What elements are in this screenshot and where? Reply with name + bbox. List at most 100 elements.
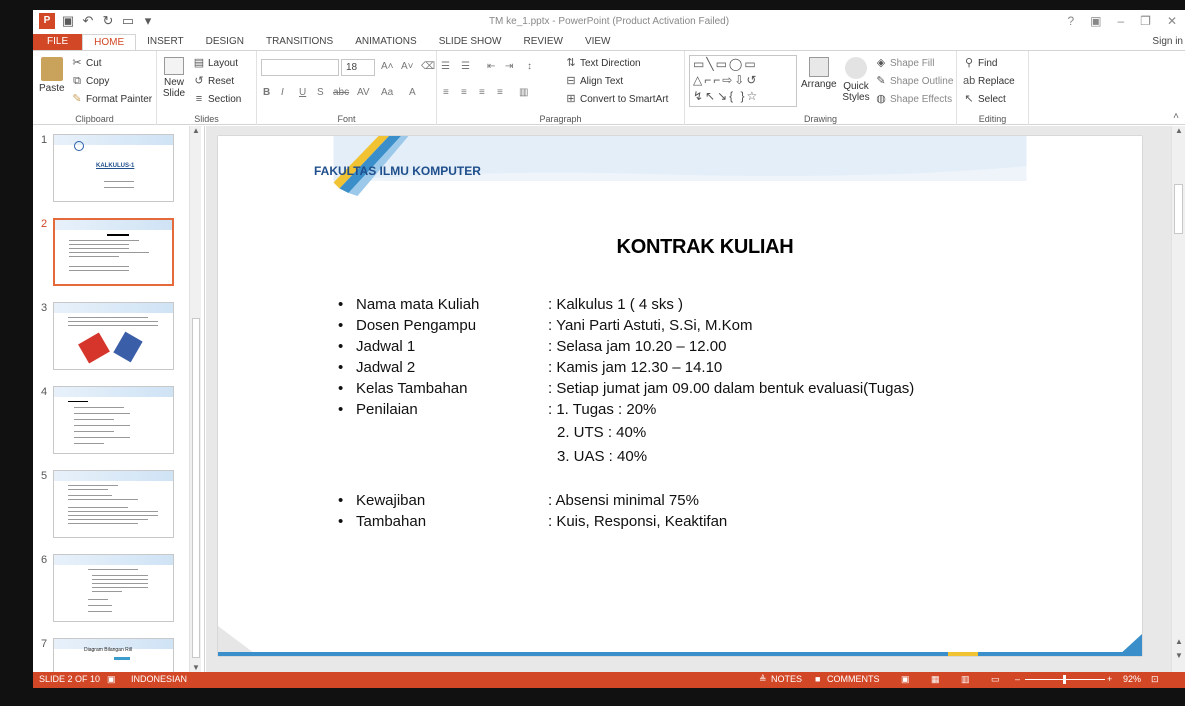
increase-indent-icon[interactable]: ⇥	[505, 61, 513, 72]
collapse-ribbon-icon[interactable]: ˄	[1173, 111, 1179, 122]
language-indicator[interactable]: INDONESIAN	[131, 674, 187, 684]
ribbon-display-icon[interactable]: ▣	[1090, 14, 1101, 28]
slides-group-label: Slides	[194, 114, 219, 124]
shape-outline-button[interactable]: ✎ Shape Outline	[875, 75, 953, 87]
slide-sorter-icon[interactable]: ▦	[931, 674, 940, 685]
thumbnail-slide-1[interactable]: 1 KALKULUS-1	[33, 134, 193, 208]
prev-slide-icon[interactable]: ▲	[1175, 637, 1183, 646]
bold-icon[interactable]: B	[263, 87, 270, 98]
align-center-icon[interactable]: ≡	[461, 87, 467, 98]
grow-font-icon[interactable]: A˄	[381, 61, 394, 72]
replace-button[interactable]: ab Replace	[963, 75, 1015, 87]
align-right-icon[interactable]: ≡	[479, 87, 485, 98]
format-painter-button[interactable]: ✎ Format Painter	[71, 93, 152, 105]
font-name-field[interactable]	[261, 59, 339, 76]
thumbnail-slide-7[interactable]: 7 Diagram Bilangan Rill	[33, 638, 193, 672]
help-icon[interactable]: ?	[1067, 14, 1074, 28]
copy-button[interactable]: ⧉ Copy	[71, 75, 109, 87]
zoom-level[interactable]: 92%	[1123, 674, 1141, 684]
spelling-icon[interactable]: ▣	[107, 674, 116, 685]
arrange-button[interactable]: Arrange	[801, 57, 837, 90]
editing-group-label: Editing	[978, 114, 1007, 124]
binoculars-icon: ⚲	[964, 57, 974, 69]
thumbnail-preview-selected	[53, 218, 174, 286]
section-button[interactable]: ≡ Section	[193, 93, 242, 105]
close-icon[interactable]: ✕	[1167, 14, 1177, 28]
shape-effects-button[interactable]: ◍ Shape Effects	[875, 93, 952, 105]
paste-button[interactable]: Paste	[39, 57, 65, 94]
underline-icon[interactable]: U	[299, 87, 306, 98]
zoom-out-icon[interactable]: –	[1015, 674, 1020, 684]
tab-animations[interactable]: ANIMATIONS	[344, 34, 427, 50]
text-direction-button[interactable]: ⇅ Text Direction	[565, 57, 640, 69]
font-color-icon[interactable]: A	[409, 87, 416, 98]
reset-icon: ↺	[194, 75, 204, 87]
font-size-field[interactable]: 18	[341, 59, 375, 76]
thumbnail-slide-6[interactable]: 6	[33, 554, 193, 628]
thumbnail-slide-5[interactable]: 5	[33, 470, 193, 544]
reset-button[interactable]: ↺ Reset	[193, 75, 234, 87]
slide-canvas[interactable]: FAKULTAS ILMU KOMPUTER KONTRAK KULIAH • N…	[218, 136, 1142, 656]
fit-slide-icon[interactable]: ⊡	[1151, 674, 1159, 685]
strikethrough-icon[interactable]: abc	[333, 87, 349, 98]
tab-home[interactable]: HOME	[82, 34, 137, 50]
thumbnail-scrollbar[interactable]: ▲ ▼	[189, 126, 201, 672]
sign-in-link[interactable]: Sign in	[1152, 34, 1183, 50]
shape-fill-button[interactable]: ◈ Shape Fill	[875, 57, 935, 69]
layout-button[interactable]: ▤ Layout	[193, 57, 238, 69]
italic-icon[interactable]: I	[281, 87, 284, 98]
scroll-up-icon[interactable]: ▲	[1175, 126, 1183, 135]
tab-slide-show[interactable]: SLIDE SHOW	[428, 34, 513, 50]
tab-transitions[interactable]: TRANSITIONS	[255, 34, 344, 50]
normal-view-icon[interactable]: ▣	[901, 674, 910, 685]
align-left-icon[interactable]: ≡	[443, 87, 449, 98]
bullets-icon[interactable]: ☰	[441, 61, 450, 72]
font-group-label: Font	[337, 114, 356, 124]
shapes-gallery[interactable]: ▭╲▭◯▭ △⌐⌐⇨⇩↺ ↯↖↘{ }☆	[689, 55, 797, 107]
paste-icon	[40, 57, 63, 81]
slide-counter: SLIDE 2 OF 10	[39, 674, 101, 684]
comments-button[interactable]: COMMENTS	[827, 674, 880, 684]
slide-show-icon[interactable]: ▭	[991, 674, 1000, 685]
shadow-icon[interactable]: S	[317, 87, 324, 98]
align-text-button[interactable]: ⊟ Align Text	[565, 75, 623, 87]
editing-group: ⚲ Find ab Replace ↖ Select Editing	[957, 51, 1029, 125]
minimize-icon[interactable]: –	[1117, 14, 1124, 28]
tab-design[interactable]: DESIGN	[195, 34, 255, 50]
tab-file[interactable]: FILE	[33, 34, 83, 50]
notes-button[interactable]: NOTES	[771, 674, 802, 684]
scroll-up-icon[interactable]: ▲	[192, 126, 200, 135]
new-slide-button[interactable]: New Slide	[161, 57, 187, 99]
thumbnail-slide-2[interactable]: 2	[33, 218, 193, 292]
numbering-icon[interactable]: ☰	[461, 61, 470, 72]
line-spacing-icon[interactable]: ↕	[527, 61, 532, 72]
tab-view[interactable]: VIEW	[574, 34, 622, 50]
zoom-slider-thumb[interactable]	[1063, 675, 1066, 684]
thumbnail-slide-4[interactable]: 4	[33, 386, 193, 460]
clipboard-group-label: Clipboard	[75, 114, 114, 124]
editor-vertical-scrollbar[interactable]: ▲ ▲ ▼	[1171, 126, 1185, 672]
decrease-indent-icon[interactable]: ⇤	[487, 61, 495, 72]
next-slide-icon[interactable]: ▼	[1175, 651, 1183, 660]
justify-icon[interactable]: ≡	[497, 87, 503, 98]
thumbnail-slide-3[interactable]: 3	[33, 302, 193, 376]
scrollbar-thumb[interactable]	[192, 318, 200, 658]
columns-icon[interactable]: ▥	[519, 87, 528, 98]
restore-icon[interactable]: ❐	[1140, 14, 1151, 28]
find-button[interactable]: ⚲ Find	[963, 57, 997, 69]
tab-review[interactable]: REVIEW	[512, 34, 573, 50]
change-case-icon[interactable]: Aa	[381, 87, 393, 98]
reading-view-icon[interactable]: ▥	[961, 674, 970, 685]
zoom-in-icon[interactable]: +	[1107, 674, 1112, 684]
shrink-font-icon[interactable]: A˅	[401, 61, 414, 72]
quick-styles-button[interactable]: Quick Styles	[839, 57, 873, 103]
cut-button[interactable]: ✂ Cut	[71, 57, 101, 69]
select-button[interactable]: ↖ Select	[963, 93, 1005, 105]
clear-format-icon[interactable]: ⌫	[421, 61, 435, 72]
bullet-item: • Kelas Tambahan	[338, 380, 468, 397]
convert-smartart-button[interactable]: ⊞ Convert to SmartArt	[565, 93, 668, 105]
char-spacing-icon[interactable]: AV	[357, 87, 370, 98]
tab-insert[interactable]: INSERT	[136, 34, 195, 50]
scrollbar-thumb[interactable]	[1174, 184, 1183, 234]
scroll-down-icon[interactable]: ▼	[192, 663, 200, 672]
